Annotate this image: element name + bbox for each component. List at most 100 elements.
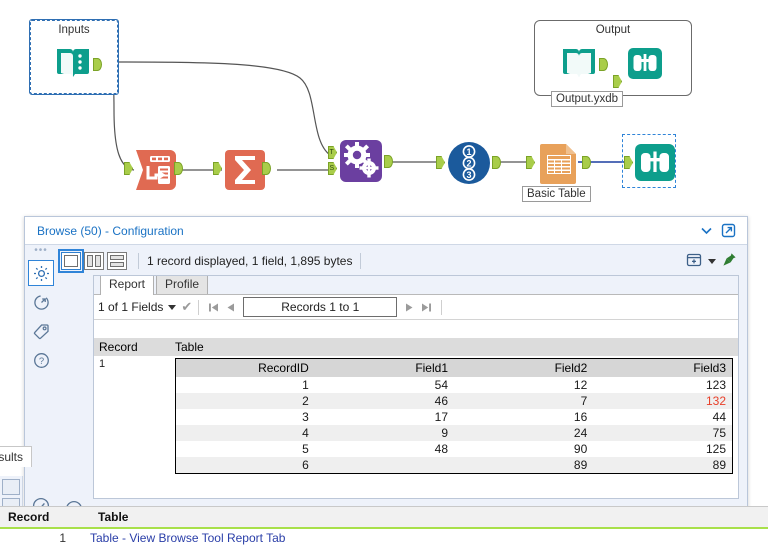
next-record-button[interactable] <box>401 299 418 316</box>
results-header-record: Record <box>8 510 50 524</box>
input-anchor[interactable] <box>624 156 633 169</box>
tag-icon <box>33 323 49 339</box>
output-anchor[interactable] <box>174 162 183 175</box>
inner-table-row: 3 17 16 44 <box>176 409 733 425</box>
tool-dynamic-rename[interactable]: T S <box>328 138 393 187</box>
results-table: Record Table 1 Table - View Browse Tool … <box>0 506 768 546</box>
inner-cell-field2: 16 <box>573 410 588 424</box>
browse-toolbar[interactable]: 1 record displayed, 1 field, 1,895 bytes <box>57 249 741 273</box>
inner-cell-field3: 123 <box>705 378 726 392</box>
results-row[interactable]: 1 Table - View Browse Tool Report Tab <box>0 529 768 546</box>
pin-icon[interactable] <box>722 252 737 270</box>
container-output-title: Output <box>595 24 631 36</box>
first-record-button[interactable] <box>205 299 222 316</box>
chevron-down-icon[interactable] <box>695 221 717 241</box>
chevron-down-icon[interactable] <box>168 304 177 310</box>
output-anchor[interactable] <box>582 156 591 169</box>
tool-browse[interactable] <box>624 140 678 189</box>
output-anchor[interactable] <box>93 58 102 71</box>
transpose-icon <box>126 150 182 195</box>
svg-text:2: 2 <box>466 159 471 169</box>
output-anchor[interactable] <box>262 162 271 175</box>
inner-cell-field2: 12 <box>573 378 588 392</box>
workflow-canvas[interactable]: Inputs Output Output.yxdb T S 1 2 3 Basi… <box>0 0 768 214</box>
inner-header-recordid: RecordID <box>175 358 315 377</box>
inner-header-field3: Field3 <box>593 358 733 377</box>
inner-cell-field1: 17 <box>434 410 448 424</box>
input-anchor[interactable] <box>436 156 445 169</box>
browse-icon <box>624 144 678 189</box>
results-pane[interactable]: Results Record Table 1 Table - View Brow… <box>0 430 768 546</box>
anchor-label-s: S <box>329 165 335 172</box>
tool-label-basic-table: Basic Table <box>522 186 591 202</box>
inner-table-row: 2 46 7 132 <box>175 393 733 409</box>
inner-cell-field1: 46 <box>314 393 454 409</box>
svg-text:3: 3 <box>466 170 471 180</box>
refresh-icon <box>33 294 49 310</box>
chevron-down-icon[interactable] <box>708 258 716 264</box>
results-row-text: Table - View Browse Tool Report Tab <box>90 531 286 545</box>
check-icon[interactable]: ✔ <box>181 299 192 315</box>
inner-cell-recordid: 3 <box>302 410 309 424</box>
output-anchor[interactable] <box>492 156 501 169</box>
input-anchor[interactable] <box>526 156 535 169</box>
help-icon: ? <box>33 352 49 368</box>
summarize-icon <box>215 150 269 195</box>
gear-icon <box>33 265 49 281</box>
input-anchor[interactable] <box>213 162 222 175</box>
results-tab[interactable]: Results <box>0 446 33 467</box>
fields-selector[interactable]: 1 of 1 Fields ✔ <box>98 299 192 315</box>
input-data-icon <box>53 43 93 83</box>
tab-report[interactable]: Report <box>100 276 155 295</box>
tool-basic-table[interactable]: Basic Table <box>522 140 591 202</box>
results-header-table: Table <box>98 510 129 524</box>
inner-cell-field3: 132 <box>593 393 733 409</box>
inner-cell-field1: 54 <box>434 378 448 392</box>
inner-cell-recordid: 2 <box>175 393 315 409</box>
pop-out-icon[interactable] <box>717 221 739 241</box>
tool-summarize[interactable] <box>213 148 271 195</box>
output-anchor[interactable] <box>599 58 608 71</box>
input-anchor[interactable] <box>124 162 133 175</box>
inner-table-row: 1 54 12 123 <box>176 377 733 393</box>
rail-item-runtime[interactable] <box>28 289 54 315</box>
tool-browse-output[interactable] <box>625 43 665 86</box>
browse-icon <box>625 48 665 86</box>
tool-input-data[interactable] <box>53 43 102 83</box>
input-anchor-s[interactable]: S <box>328 162 337 175</box>
record-id-icon: 1 2 3 <box>438 142 492 189</box>
inner-cell-field3: 44 <box>712 410 726 424</box>
results-header-row: Record Table <box>0 507 768 529</box>
panel-title-bar: Browse (50) - Configuration <box>25 217 747 245</box>
tool-label-output-yxdb: Output.yxdb <box>551 91 624 107</box>
rail-item-configuration[interactable] <box>28 260 54 286</box>
view-mode-split-horizontal[interactable] <box>107 252 127 270</box>
container-inputs[interactable]: Inputs <box>29 19 119 95</box>
record-navigation-bar[interactable]: 1 of 1 Fields ✔ Records 1 to 1 <box>94 295 738 320</box>
view-mode-single[interactable] <box>58 249 84 273</box>
record-range-display[interactable]: Records 1 to 1 <box>243 297 398 317</box>
last-record-button[interactable] <box>418 299 435 316</box>
drag-handle-dots[interactable]: ••• <box>34 246 48 257</box>
add-column-icon[interactable] <box>686 252 702 271</box>
tool-transpose[interactable] <box>124 148 183 195</box>
rail-item-annotation[interactable] <box>28 318 54 344</box>
rail-item-help[interactable]: ? <box>28 347 54 373</box>
view-mode-split-vertical[interactable] <box>84 252 104 270</box>
input-anchor-t[interactable]: T <box>328 146 337 159</box>
inner-header-field2: Field2 <box>454 358 594 377</box>
output-anchor[interactable] <box>384 155 393 168</box>
tool-output-data[interactable] <box>559 43 608 83</box>
results-grid-icon[interactable] <box>2 479 20 495</box>
output-data-icon <box>559 43 599 83</box>
tool-record-id[interactable]: 1 2 3 <box>436 140 501 189</box>
input-anchor[interactable] <box>613 75 622 88</box>
anchor-label-t: T <box>329 149 334 156</box>
record-summary-text: 1 record displayed, 1 field, 1,895 bytes <box>147 254 353 268</box>
panel-title-text: Browse (50) - Configuration <box>37 223 184 238</box>
container-inputs-title: Inputs <box>58 24 90 36</box>
container-output[interactable]: Output Output.yxdb <box>534 20 692 107</box>
report-tabs[interactable]: Report Profile <box>94 276 738 295</box>
prev-record-button[interactable] <box>222 299 239 316</box>
tab-profile[interactable]: Profile <box>156 276 209 294</box>
